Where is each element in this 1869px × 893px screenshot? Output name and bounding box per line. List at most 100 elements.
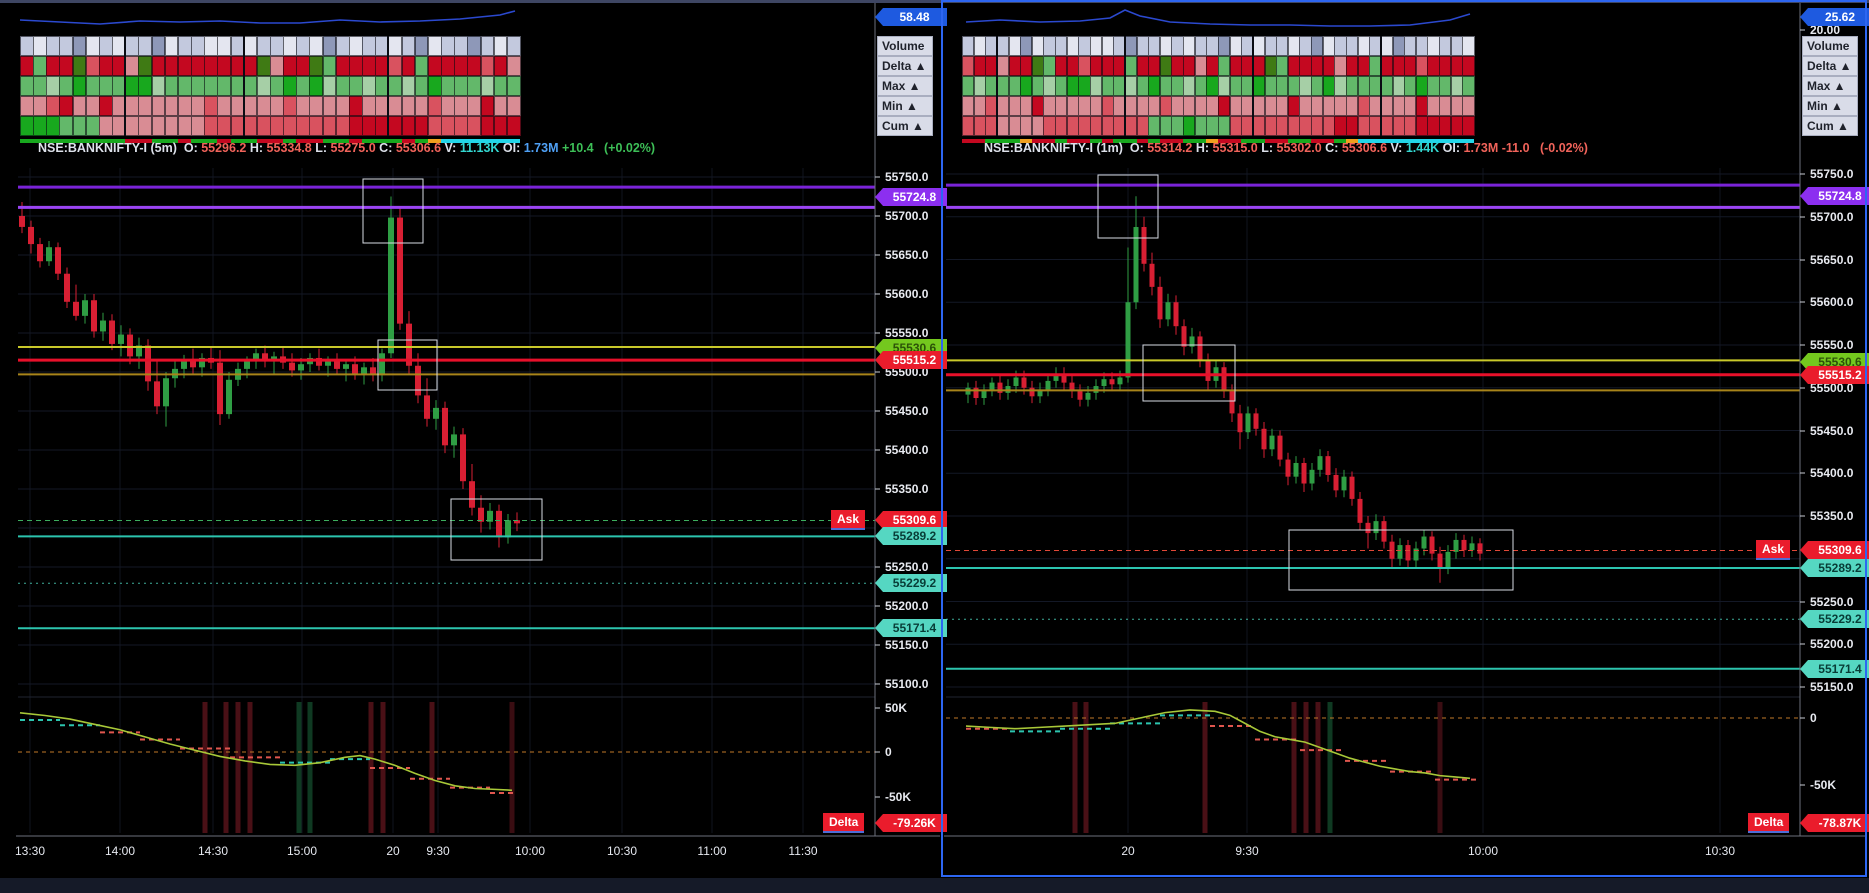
heatmap-cell <box>309 96 324 116</box>
heatmap-cell <box>506 56 521 76</box>
heatmap-cell <box>164 56 179 76</box>
heatmap-cell <box>1287 96 1301 116</box>
heatmap-cell <box>1206 96 1219 116</box>
panel-label-volume[interactable]: Volume <box>1802 36 1858 56</box>
heatmap-cell <box>962 36 975 56</box>
panel-label-min[interactable]: Min ▲ <box>877 96 933 116</box>
heatmap-cell <box>362 36 376 56</box>
heatmap-cell <box>401 76 416 96</box>
symbol-info-line[interactable]: NSE:BANKNIFTY-I (1m) O: 55314.2 H: 55315… <box>984 141 1588 155</box>
heatmap-cell <box>973 36 986 56</box>
heatmap-cell <box>1159 36 1173 56</box>
heatmap-cell <box>1450 76 1463 96</box>
price-scale[interactable] <box>1802 165 1866 835</box>
heatmap-cell <box>973 96 986 116</box>
heatmap-cell <box>1206 36 1219 56</box>
heatmap-cell <box>1183 56 1196 76</box>
panel-label-max[interactable]: Max ▲ <box>1802 76 1858 96</box>
heatmap-cell <box>335 96 350 116</box>
heatmap-cell <box>1264 76 1277 96</box>
heatmap-cell <box>1031 116 1045 136</box>
heatmap-cell <box>1392 116 1405 136</box>
heatmap-cell <box>996 76 1010 96</box>
heatmap-cell <box>1346 96 1359 116</box>
heatmap-cell <box>1252 116 1266 136</box>
heatmap-cell <box>362 56 376 76</box>
heatmap-cell <box>1392 56 1405 76</box>
panel-label-delta[interactable]: Delta ▲ <box>1802 56 1858 76</box>
heatmap-cell <box>177 96 192 116</box>
heatmap-cell <box>996 96 1010 116</box>
heatmap-cell <box>256 76 271 96</box>
price-scale[interactable] <box>877 165 940 835</box>
heatmap-cell <box>46 96 61 116</box>
heatmap-cell <box>1008 76 1021 96</box>
heatmap-cell <box>1252 76 1266 96</box>
heatmap-cell <box>1357 116 1370 136</box>
heatmap-cell <box>1124 76 1138 96</box>
symbol-info-line[interactable]: NSE:BANKNIFTY-I (5m) O: 55296.2 H: 55334… <box>38 141 655 155</box>
heatmap-cell <box>1450 96 1463 116</box>
heatmap-cell <box>1229 76 1242 96</box>
heatmap-cell <box>256 36 271 56</box>
heatmap-cell <box>1008 116 1021 136</box>
heatmap-cell <box>348 96 363 116</box>
heatmap-cell <box>454 36 468 56</box>
heatmap-cell <box>1404 36 1417 56</box>
heatmap-cell <box>204 76 218 96</box>
heatmap-cell <box>1101 96 1114 116</box>
heatmap-cell <box>1264 96 1277 116</box>
heatmap-cell <box>1229 56 1242 76</box>
heatmap-cell <box>1276 76 1289 96</box>
heatmap-cell <box>1055 56 1068 76</box>
ticker-field: L: <box>1261 141 1277 155</box>
heatmap-cell <box>506 96 521 116</box>
heatmap-cell <box>1020 76 1033 96</box>
heatmap-cell <box>1183 96 1196 116</box>
heatmap-cell <box>1264 56 1277 76</box>
heatmap-cell <box>1066 96 1079 116</box>
panel-label-delta[interactable]: Delta ▲ <box>877 56 933 76</box>
panel-label-cum[interactable]: Cum ▲ <box>1802 116 1858 136</box>
chart-plot-area[interactable] <box>946 165 1800 835</box>
heatmap-cell <box>1287 76 1301 96</box>
heatmap-cell <box>1380 36 1394 56</box>
heatmap-cell <box>256 56 271 76</box>
heatmap-cell <box>1229 116 1242 136</box>
panel-label-min[interactable]: Min ▲ <box>1802 96 1858 116</box>
heatmap-cell <box>98 96 113 116</box>
heatmap-cell <box>1124 96 1138 116</box>
heatmap-cell <box>480 36 495 56</box>
heatmap-session-divider <box>387 36 390 136</box>
heatmap-cell <box>243 56 258 76</box>
heatmap-cell <box>46 36 61 56</box>
ticker-field: V: <box>444 141 460 155</box>
panel-label-volume[interactable]: Volume <box>877 36 933 56</box>
ticker-field: 55275.0 <box>330 141 380 155</box>
ticker-field: 55334.8 <box>266 141 316 155</box>
heatmap-cell <box>1229 96 1242 116</box>
heatmap-cell <box>996 116 1010 136</box>
heatmap-cell <box>480 96 495 116</box>
heatmap-cell <box>322 36 337 56</box>
heatmap-cell <box>1404 96 1417 116</box>
chart-plot-area[interactable] <box>18 165 875 835</box>
panel-label-cum[interactable]: Cum ▲ <box>877 116 933 136</box>
heatmap-cell <box>1194 36 1207 56</box>
time-scale[interactable] <box>946 838 1800 868</box>
panel-label-max[interactable]: Max ▲ <box>877 76 933 96</box>
heatmap-cell <box>1055 116 1068 136</box>
heatmap-cell <box>1276 36 1289 56</box>
heatmap-cell <box>151 76 166 96</box>
heatmap-cell <box>309 76 324 96</box>
heatmap-cell <box>1020 96 1033 116</box>
time-scale[interactable] <box>18 838 875 868</box>
heatmap-cell <box>1264 116 1277 136</box>
ticker-field: NSE:BANKNIFTY-I (5m) <box>38 141 184 155</box>
heatmap-cell <box>283 116 297 136</box>
ticker-field: 1.73M <box>523 141 562 155</box>
heatmap-cell <box>1264 36 1277 56</box>
heatmap-cell <box>177 36 192 56</box>
heatmap-cell <box>33 96 47 116</box>
heatmap-cell <box>973 116 986 136</box>
